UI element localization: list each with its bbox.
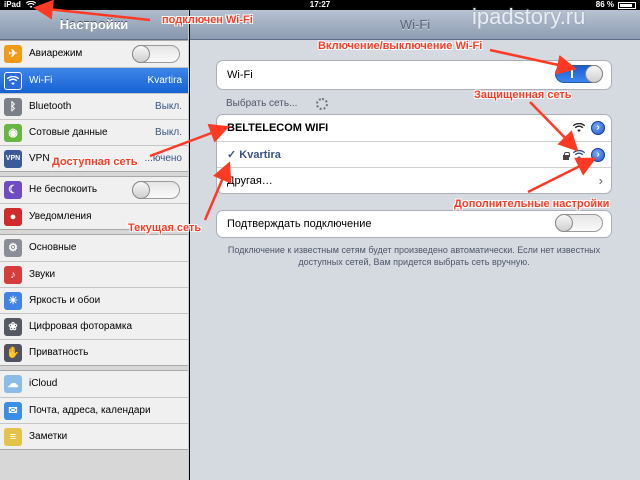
- mail-icon: ✉: [4, 402, 22, 420]
- network-row-beltelecom[interactable]: BELTELECOM WIFI ›: [217, 115, 611, 141]
- network-list: BELTELECOM WIFI › ✓ Kvartira › Другая… ›: [216, 114, 612, 194]
- sidebar-item-sounds[interactable]: ♪ Звуки: [0, 261, 188, 287]
- annotation-current-network: Текущая сеть: [128, 222, 202, 234]
- network-details-button[interactable]: ›: [591, 121, 605, 135]
- sidebar-item-notes[interactable]: ≡ Заметки: [0, 423, 188, 449]
- checkmark-icon: ✓: [227, 149, 237, 161]
- moon-icon: ☾: [4, 181, 22, 199]
- sidebar-title: Настройки: [0, 10, 188, 40]
- sidebar-item-value: Kvartira: [147, 75, 182, 86]
- brightness-icon: ☀: [4, 292, 22, 310]
- sidebar-item-label: Яркость и обои: [29, 295, 101, 306]
- sidebar-item-label: Уведомления: [29, 211, 92, 222]
- auto-join-footnote: Подключение к известным сетям будет прои…: [227, 245, 601, 267]
- bluetooth-icon: ᛒ: [4, 98, 22, 116]
- vpn-icon: VPN: [4, 150, 22, 168]
- settings-group-connectivity: ✈ Авиарежим Wi-Fi Kvartira ᛒ Bluetooth В…: [0, 40, 188, 172]
- wifi-signal-icon: [573, 150, 585, 159]
- cloud-icon: ☁: [4, 375, 22, 393]
- settings-group-accounts: ☁ iCloud ✉ Почта, адреса, календари ≡ За…: [0, 370, 188, 450]
- sidebar-item-label: Авиарежим: [29, 48, 83, 59]
- network-name-text: Kvartira: [239, 149, 281, 161]
- ask-to-join-label: Подтверждать подключение: [227, 218, 372, 230]
- wifi-toggle[interactable]: [555, 65, 603, 83]
- ask-to-join-toggle[interactable]: [555, 214, 603, 232]
- network-details-button[interactable]: ›: [591, 148, 605, 162]
- sidebar-item-cellular[interactable]: ◉ Сотовые данные Выкл.: [0, 119, 188, 145]
- airplane-icon: ✈: [4, 45, 22, 63]
- sidebar-item-label: Цифровая фоторамка: [29, 321, 133, 332]
- battery-percent: 86 %: [595, 0, 614, 9]
- sidebar-item-value: Выкл.: [155, 101, 182, 112]
- wifi-signal-icon: [573, 123, 585, 132]
- do-not-disturb-toggle[interactable]: [132, 181, 180, 199]
- settings-group-general: ⚙ Основные ♪ Звуки ☀ Яркость и обои ❀ Ци…: [0, 234, 188, 366]
- sidebar-item-mail[interactable]: ✉ Почта, адреса, календари: [0, 397, 188, 423]
- sidebar-item-label: iCloud: [29, 378, 58, 389]
- network-row-kvartira[interactable]: ✓ Kvartira ›: [217, 141, 611, 167]
- privacy-hand-icon: ✋: [4, 344, 22, 362]
- settings-sidebar: Настройки ✈ Авиарежим Wi-Fi Kvartira ᛒ B…: [0, 10, 188, 480]
- sidebar-item-brightness[interactable]: ☀ Яркость и обои: [0, 287, 188, 313]
- annotation-available-network: Доступная сеть: [52, 156, 138, 168]
- sidebar-item-label: Почта, адреса, календари: [29, 405, 151, 416]
- sidebar-item-airplane[interactable]: ✈ Авиарежим: [0, 41, 188, 67]
- watermark: ipadstory.ru: [472, 4, 586, 29]
- notifications-icon: ●: [4, 208, 22, 226]
- wifi-toggle-label: Wi-Fi: [227, 69, 253, 81]
- sidebar-item-general[interactable]: ⚙ Основные: [0, 235, 188, 261]
- notes-icon: ≡: [4, 428, 22, 446]
- network-name: Другая…: [227, 175, 273, 187]
- photo-frame-icon: ❀: [4, 318, 22, 336]
- network-name: ✓ Kvartira: [227, 142, 281, 168]
- sidebar-item-photo-frame[interactable]: ❀ Цифровая фоторамка: [0, 313, 188, 339]
- lock-icon: [563, 152, 570, 160]
- annotation-secured-network: Защищенная сеть: [474, 89, 572, 101]
- chevron-right-icon: ›: [598, 173, 603, 188]
- ask-to-join-card: Подтверждать подключение: [216, 210, 612, 238]
- sidebar-item-label: Основные: [29, 242, 77, 253]
- sidebar-item-bluetooth[interactable]: ᛒ Bluetooth Выкл.: [0, 93, 188, 119]
- gear-icon: ⚙: [4, 239, 22, 257]
- battery-icon: [618, 2, 636, 9]
- wifi-toggle-row: Wi-Fi: [217, 61, 611, 89]
- annotation-wifi-toggle: Включение/выключение Wi-Fi: [318, 40, 483, 52]
- wifi-detail-pane: Wi-Fi Wi-Fi Выбрать сеть... BELTELECOM W…: [189, 10, 640, 480]
- wifi-icon: [4, 72, 22, 90]
- sidebar-item-value: Выкл.: [155, 127, 182, 138]
- sidebar-item-label: Приватность: [29, 347, 89, 358]
- speaker-icon: ♪: [4, 266, 22, 284]
- network-row-other[interactable]: Другая… ›: [217, 167, 611, 193]
- network-name: BELTELECOM WIFI: [227, 122, 329, 134]
- cellular-icon: ◉: [4, 124, 22, 142]
- sidebar-item-label: Заметки: [29, 431, 68, 442]
- sidebar-item-wifi[interactable]: Wi-Fi Kvartira: [0, 67, 188, 93]
- sidebar-item-label: VPN: [29, 153, 50, 164]
- ask-to-join-row: Подтверждать подключение: [217, 211, 611, 237]
- annotation-advanced-settings: Дополнительные настройки: [454, 198, 610, 210]
- sidebar-item-label: Bluetooth: [29, 101, 72, 112]
- sidebar-item-icloud[interactable]: ☁ iCloud: [0, 371, 188, 397]
- wifi-toggle-card: Wi-Fi: [216, 60, 612, 90]
- annotation-wifi-connected: подключен Wi-Fi: [162, 14, 253, 26]
- airplane-toggle[interactable]: [132, 45, 180, 63]
- sidebar-item-label: Звуки: [29, 269, 56, 280]
- sidebar-item-do-not-disturb[interactable]: ☾ Не беспокоить: [0, 177, 188, 203]
- sidebar-item-value: ...ючено: [144, 153, 182, 164]
- sidebar-item-label: Не беспокоить: [29, 184, 98, 195]
- sidebar-item-label: Wi-Fi: [29, 75, 53, 86]
- loading-spinner-icon: [316, 98, 328, 110]
- sidebar-item-privacy[interactable]: ✋ Приватность: [0, 339, 188, 365]
- choose-network-header: Выбрать сеть...: [226, 98, 298, 109]
- sidebar-item-label: Сотовые данные: [29, 127, 108, 138]
